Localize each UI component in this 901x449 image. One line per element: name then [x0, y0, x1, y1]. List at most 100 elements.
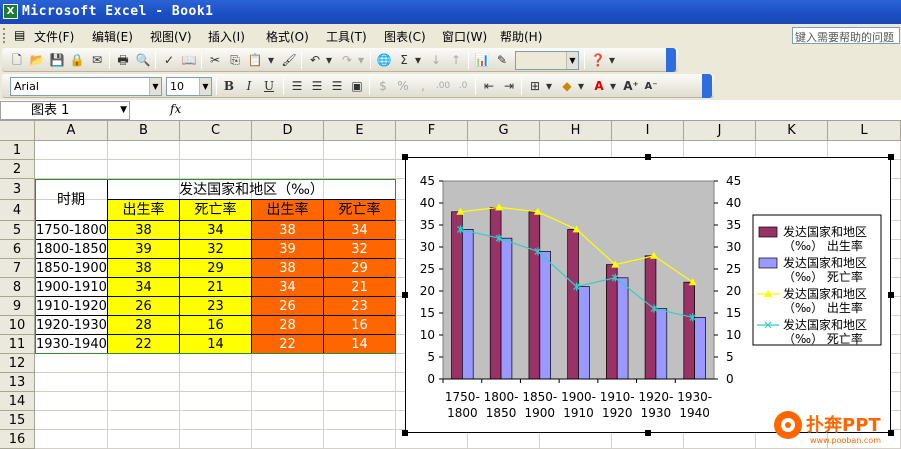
row-header[interactable]: 4 — [0, 200, 35, 221]
embedded-chart[interactable]: 0 0 5 5 10 10 15 15 20 20 25 25 30 30 35 35 40 40 45 45 1750… — [405, 157, 891, 433]
birth-rate-cell[interactable]: 34 — [108, 278, 180, 297]
menu-insert[interactable]: 插入(I) — [208, 28, 245, 45]
decrease-font-icon[interactable]: A⁻ — [642, 78, 660, 95]
sub-header-cell[interactable]: 死亡率 — [324, 200, 396, 221]
period-cell[interactable]: 1800-1850 — [35, 240, 108, 259]
research-icon[interactable]: 📖 — [180, 52, 198, 69]
redo-icon[interactable]: ↷ — [338, 52, 356, 69]
grid-cell[interactable] — [180, 354, 252, 373]
menu-tools[interactable]: 工具(T) — [326, 28, 367, 45]
period-cell[interactable]: 1930-1940 — [35, 335, 108, 354]
grid-cell[interactable] — [180, 160, 252, 179]
grid-cell[interactable] — [252, 354, 324, 373]
grid-cell[interactable] — [252, 141, 324, 160]
spelling-icon[interactable]: ✓ — [160, 52, 178, 69]
sub-header-cell[interactable]: 出生率 — [108, 200, 180, 221]
grid-cell[interactable] — [252, 430, 324, 449]
grid-cell[interactable] — [108, 373, 180, 392]
chevron-down-icon[interactable]: ▼ — [149, 78, 161, 95]
borders-dropdown-icon[interactable]: ▾ — [544, 78, 554, 95]
font-color-dropdown-icon[interactable]: ▾ — [608, 78, 618, 95]
grid-cell[interactable] — [180, 373, 252, 392]
undo-dropdown-icon[interactable]: ▾ — [324, 52, 334, 69]
grid-cell[interactable] — [35, 354, 108, 373]
menu-window[interactable]: 窗口(W) — [442, 28, 487, 45]
column-header[interactable]: K — [756, 121, 828, 141]
resize-handle[interactable] — [645, 154, 651, 160]
grid-cell[interactable] — [35, 141, 108, 160]
grid-cell[interactable] — [35, 160, 108, 179]
chevron-down-icon[interactable]: ▼ — [566, 52, 578, 69]
new-icon[interactable]: 🗋 — [8, 52, 26, 69]
sub-header-cell[interactable]: 出生率 — [252, 200, 324, 221]
death-rate-copy-cell[interactable]: 29 — [324, 259, 396, 278]
grid-cell[interactable] — [35, 430, 108, 449]
column-header[interactable]: J — [684, 121, 756, 141]
row-header[interactable]: 5 — [0, 221, 35, 240]
row-header[interactable]: 10 — [0, 316, 35, 335]
grid-cell[interactable] — [324, 141, 396, 160]
grid-cell[interactable] — [35, 411, 108, 430]
grid-cell[interactable] — [180, 141, 252, 160]
chevron-down-icon[interactable]: ▼ — [120, 102, 127, 119]
hyperlink-icon[interactable]: 🌐 — [375, 52, 393, 69]
sort-descending-icon[interactable]: ↑ — [447, 52, 465, 69]
birth-rate-copy-cell[interactable]: 26 — [252, 297, 324, 316]
align-center-icon[interactable]: ☰ — [308, 78, 326, 95]
birth-rate-copy-cell[interactable]: 39 — [252, 240, 324, 259]
grid-cell[interactable] — [252, 392, 324, 411]
row-header[interactable]: 7 — [0, 259, 35, 278]
birth-rate-cell[interactable]: 26 — [108, 297, 180, 316]
grid-cell[interactable] — [108, 411, 180, 430]
borders-icon[interactable]: ⊞ — [526, 78, 544, 95]
chevron-down-icon[interactable]: ▼ — [199, 78, 211, 95]
grid-cell[interactable] — [108, 430, 180, 449]
redo-dropdown-icon[interactable]: ▾ — [356, 52, 366, 69]
row-header[interactable]: 6 — [0, 240, 35, 259]
print-preview-icon[interactable]: 🔍 — [134, 52, 152, 69]
death-rate-copy-cell[interactable]: 16 — [324, 316, 396, 335]
grid-cell[interactable] — [108, 141, 180, 160]
autosum-dropdown-icon[interactable]: ▾ — [413, 52, 423, 69]
grid-cell[interactable] — [252, 411, 324, 430]
sub-header-cell[interactable]: 死亡率 — [180, 200, 252, 221]
fx-icon[interactable]: fx — [170, 102, 181, 116]
toolbar-grip-icon[interactable] — [3, 28, 6, 43]
group-header-cell[interactable]: 发达国家和地区（‰） — [108, 179, 396, 200]
comma-icon[interactable]: , — [414, 78, 432, 95]
death-rate-cell[interactable]: 34 — [180, 221, 252, 240]
row-header[interactable]: 11 — [0, 335, 35, 354]
copy-icon[interactable]: ⎘ — [226, 52, 244, 69]
period-cell[interactable]: 1750-1800 — [35, 221, 108, 240]
paste-icon[interactable]: 📋 — [246, 52, 264, 69]
period-header-cell[interactable]: 时期 — [35, 179, 108, 221]
increase-indent-icon[interactable]: ⇥ — [500, 78, 518, 95]
column-header[interactable]: B — [108, 121, 180, 141]
toolbar-options-icon[interactable] — [702, 74, 712, 98]
row-header[interactable]: 1 — [0, 141, 35, 160]
grid-cell[interactable] — [324, 430, 396, 449]
period-cell[interactable]: 1850-1900 — [35, 259, 108, 278]
grid-cell[interactable] — [324, 392, 396, 411]
column-header[interactable]: C — [180, 121, 252, 141]
column-header[interactable]: E — [324, 121, 396, 141]
death-rate-cell[interactable]: 16 — [180, 316, 252, 335]
open-icon[interactable]: 📂 — [28, 52, 46, 69]
column-header[interactable]: F — [396, 121, 468, 141]
help-dropdown-icon[interactable]: ▾ — [607, 52, 617, 69]
resize-handle[interactable] — [402, 154, 408, 160]
death-rate-copy-cell[interactable]: 32 — [324, 240, 396, 259]
increase-decimal-icon[interactable]: .00 — [434, 78, 452, 95]
death-rate-cell[interactable]: 14 — [180, 335, 252, 354]
grid-cell[interactable] — [108, 392, 180, 411]
email-icon[interactable]: ✉ — [88, 52, 106, 69]
permission-icon[interactable]: 🔒 — [68, 52, 86, 69]
font-size-combo[interactable]: 10 ▼ — [166, 77, 212, 96]
row-header[interactable]: 13 — [0, 373, 35, 392]
row-header[interactable]: 9 — [0, 297, 35, 316]
resize-handle[interactable] — [888, 292, 894, 298]
death-rate-cell[interactable]: 23 — [180, 297, 252, 316]
grid-cell[interactable] — [108, 160, 180, 179]
row-header[interactable]: 14 — [0, 392, 35, 411]
menu-help[interactable]: 帮助(H) — [500, 28, 542, 45]
